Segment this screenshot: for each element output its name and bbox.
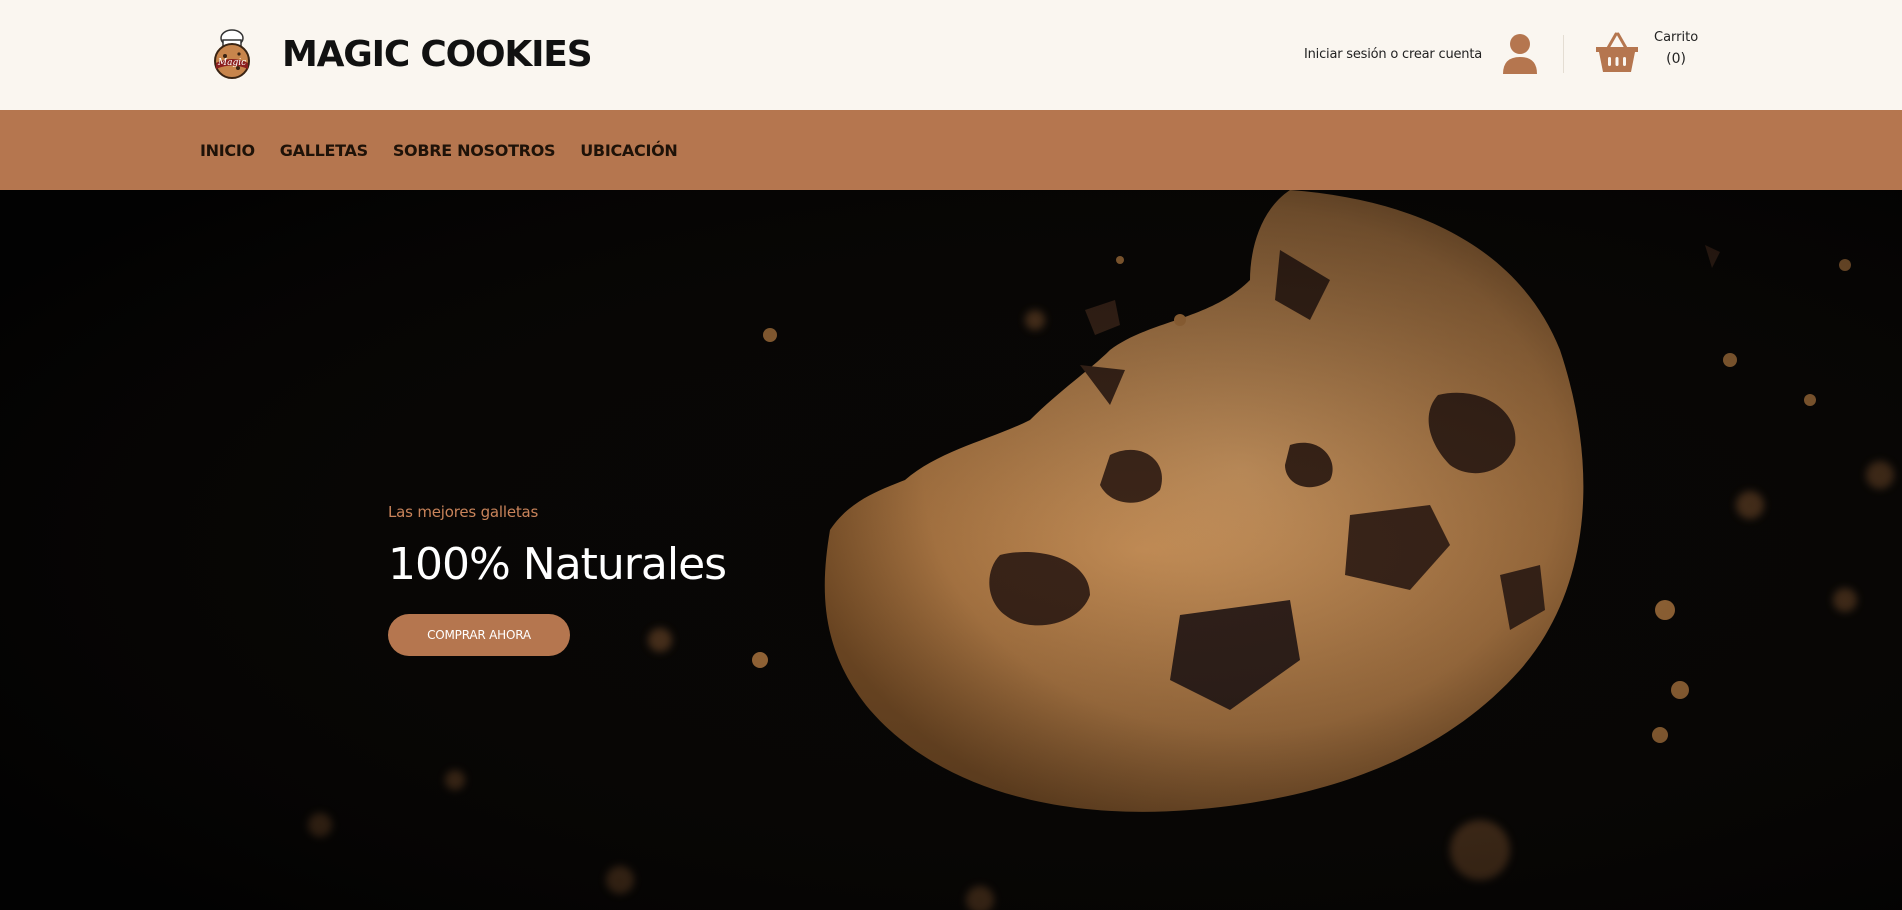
hero-cookie-image <box>0 190 1902 910</box>
nav-item-ubicacion[interactable]: UBICACIÓN <box>580 141 678 160</box>
cart-count: (0) <box>1666 51 1686 67</box>
brand[interactable]: Magic MAGIC COOKIES <box>208 28 593 80</box>
site-header: Magic MAGIC COOKIES Iniciar sesión o cre… <box>0 0 1902 110</box>
nav-item-galletas[interactable]: GALLETAS <box>280 141 368 160</box>
nav-item-inicio[interactable]: INICIO <box>200 141 255 160</box>
user-icon[interactable] <box>1500 32 1540 76</box>
cart-text: Carrito (0) <box>1654 30 1698 67</box>
hero-banner: Las mejores galletas 100% Naturales COMP… <box>0 190 1902 910</box>
brand-logo-text: Magic <box>217 58 246 68</box>
header-divider <box>1563 35 1564 73</box>
main-nav: INICIO GALLETAS SOBRE NOSOTROS UBICACIÓN <box>0 110 1902 190</box>
hero-subtitle: Las mejores galletas <box>388 503 539 521</box>
brand-title[interactable]: MAGIC COOKIES <box>282 34 593 75</box>
basket-icon[interactable] <box>1594 30 1640 74</box>
hero-title: 100% Naturales <box>388 539 727 590</box>
hero-content: Las mejores galletas 100% Naturales COMP… <box>388 503 727 656</box>
cart-label: Carrito <box>1654 30 1699 45</box>
nav-item-sobre-nosotros[interactable]: SOBRE NOSOTROS <box>393 141 556 160</box>
account-label[interactable]: Iniciar sesión o crear cuenta <box>1304 47 1482 62</box>
brand-logo-icon[interactable]: Magic <box>208 28 256 80</box>
cart-button[interactable]: Carrito (0) <box>1594 30 1698 74</box>
account-link[interactable]: Iniciar sesión o crear cuenta <box>1304 32 1540 76</box>
nav-list: INICIO GALLETAS SOBRE NOSOTROS UBICACIÓN <box>200 110 703 190</box>
buy-now-button[interactable]: COMPRAR AHORA <box>388 614 570 656</box>
